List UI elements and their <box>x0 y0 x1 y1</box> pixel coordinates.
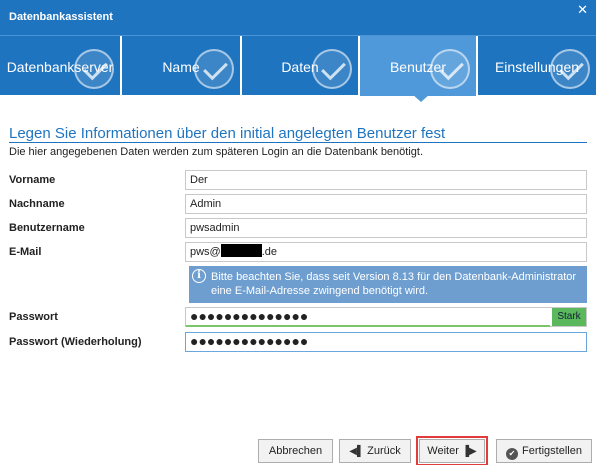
passwort-wdh-field[interactable]: ●●●●●●●●●●●●●● <box>185 332 587 352</box>
nachname-label: Nachname <box>9 198 65 210</box>
passwort-value: ●●●●●●●●●●●●●● <box>190 308 309 324</box>
step-label: Daten <box>281 59 319 75</box>
benutzername-label: Benutzername <box>9 222 85 234</box>
step-label: Name <box>162 59 200 75</box>
vorname-value: Der <box>190 174 208 186</box>
email-value-suffix: .de <box>261 246 278 258</box>
back-button-label: Zurück <box>367 445 401 457</box>
password-strength-badge: Stark <box>552 308 586 326</box>
redaction-block <box>220 244 262 257</box>
info-text: Bitte beachten Sie, dass seit Version 8.… <box>211 271 577 297</box>
passwort-field[interactable]: ●●●●●●●●●●●●●● Stark <box>185 307 587 327</box>
step-label: Datenbankserver <box>6 59 114 75</box>
vorname-field[interactable]: Der <box>185 170 587 190</box>
window-title: Datenbankassistent <box>9 11 113 23</box>
passwort-label: Passwort <box>9 311 58 323</box>
email-value-prefix: pws@ <box>190 246 221 258</box>
nachname-field[interactable]: Admin <box>185 194 587 214</box>
title-bar: Datenbankassistent ✕ <box>0 0 596 35</box>
page-heading: Legen Sie Informationen über den initial… <box>9 125 446 142</box>
back-button[interactable]: ◀▌ Zurück <box>339 439 411 463</box>
info-icon: i <box>192 269 206 283</box>
vorname-label: Vorname <box>9 174 56 186</box>
step-name[interactable]: Name <box>122 36 242 96</box>
step-benutzer[interactable]: Benutzer <box>360 36 478 96</box>
finish-check-icon: ✔ <box>506 448 519 460</box>
page-subtitle: Die hier angegebenen Daten werden zum sp… <box>9 146 424 158</box>
step-daten[interactable]: Daten <box>242 36 360 96</box>
wizard-steps: Datenbankserver Name Daten Benutzer Eins… <box>0 35 596 96</box>
passwort-wdh-value: ●●●●●●●●●●●●●● <box>190 333 309 349</box>
heading-divider <box>9 142 587 143</box>
step-label: Benutzer <box>389 59 447 75</box>
info-notice: i Bitte beachten Sie, dass seit Version … <box>189 266 587 303</box>
passwort-wdh-label: Passwort (Wiederholung) <box>9 336 142 348</box>
active-step-pointer <box>411 93 431 102</box>
back-arrow-icon: ◀▌ <box>349 446 365 457</box>
nachname-value: Admin <box>190 198 222 210</box>
finish-button-label: Fertigstellen <box>522 445 582 457</box>
finish-button[interactable]: ✔ Fertigstellen <box>496 439 592 463</box>
next-arrow-icon: ▐▶ <box>461 446 477 457</box>
password-strength-bar <box>186 325 550 327</box>
close-icon[interactable]: ✕ <box>577 3 588 16</box>
step-label: Einstellungen <box>494 59 580 75</box>
email-field[interactable]: pws@ .de <box>185 242 587 262</box>
next-button[interactable]: Weiter ▐▶ <box>416 436 488 465</box>
email-label: E-Mail <box>9 246 42 258</box>
cancel-button-label: Abbrechen <box>268 445 323 457</box>
benutzername-field[interactable]: pwsadmin <box>185 218 587 238</box>
step-datenbankserver[interactable]: Datenbankserver <box>0 36 122 96</box>
next-button-label: Weiter <box>427 445 459 457</box>
benutzername-value: pwsadmin <box>190 222 240 234</box>
step-einstellungen[interactable]: Einstellungen <box>478 36 596 96</box>
cancel-button[interactable]: Abbrechen <box>258 439 333 463</box>
